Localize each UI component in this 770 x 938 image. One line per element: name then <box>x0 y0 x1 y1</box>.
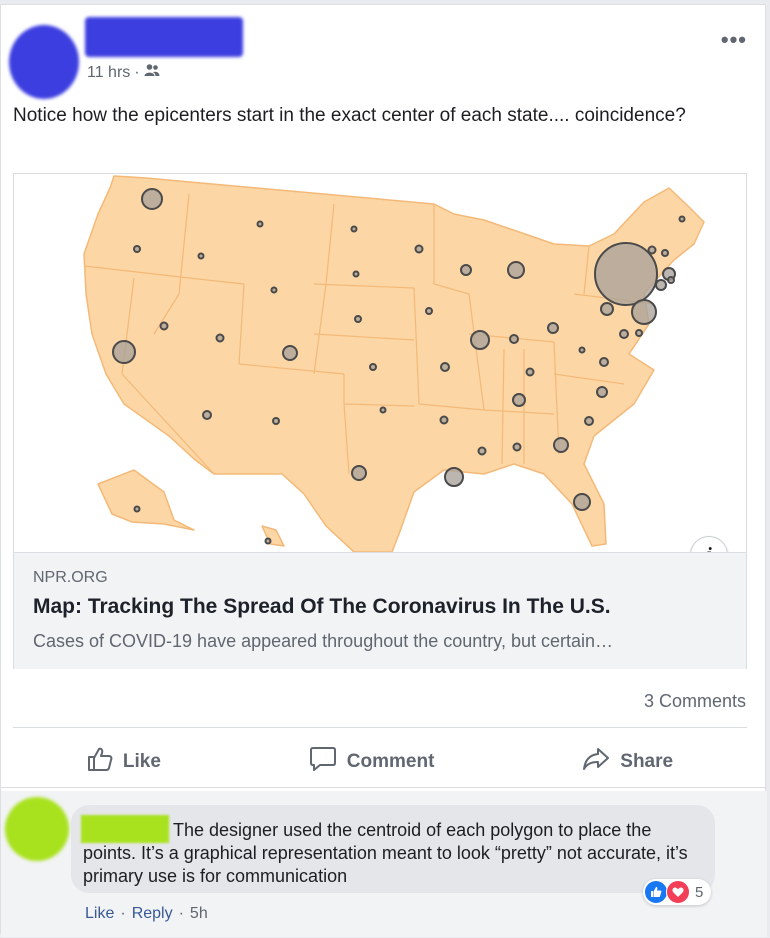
link-preview[interactable]: i NPR.ORG Map: Tracking The Spread Of Th… <box>13 173 747 669</box>
comment-reactions[interactable]: 5 <box>643 879 712 905</box>
like-button[interactable]: Like <box>87 746 161 778</box>
post-card: 11 hrs · ••• Notice how the epicenters s… <box>0 4 767 937</box>
comment-bubble-icon <box>309 746 337 778</box>
comment-reply-link[interactable]: Reply <box>132 905 173 923</box>
like-label: Like <box>122 751 161 772</box>
comment-text: The designer used the centroid of each p… <box>83 820 688 886</box>
friends-icon[interactable] <box>144 63 160 82</box>
post-meta: 11 hrs · <box>87 63 160 82</box>
link-meta[interactable]: NPR.ORG Map: Tracking The Spread Of The … <box>14 552 746 669</box>
post-actions: Like Comment Share <box>13 741 747 783</box>
share-arrow-icon <box>582 746 610 778</box>
comment-label: Comment <box>346 751 435 772</box>
comment-bubble: The designer used the centroid of each p… <box>71 805 715 893</box>
comment-like-link[interactable]: Like <box>85 905 114 923</box>
divider <box>1 787 767 788</box>
link-domain: NPR.ORG <box>33 569 108 586</box>
comment-count[interactable]: 3 Comments <box>644 691 746 712</box>
comment-section: The designer used the centroid of each p… <box>1 791 767 937</box>
link-title[interactable]: Map: Tracking The Spread Of The Coronavi… <box>33 595 611 619</box>
share-label: Share <box>620 751 674 772</box>
us-map-image <box>14 174 746 552</box>
redacted-commenter-avatar[interactable] <box>5 797 69 861</box>
like-reaction-icon <box>645 881 667 903</box>
comment-button[interactable]: Comment <box>309 746 435 778</box>
reaction-count: 5 <box>695 883 704 901</box>
post-text: Notice how the epicenters start in the e… <box>13 105 686 126</box>
divider <box>13 727 747 728</box>
redacted-avatar[interactable] <box>9 25 79 99</box>
link-description: Cases of COVID-19 have appeared througho… <box>33 631 613 651</box>
comment-actions: Like · Reply · 5h <box>85 905 208 923</box>
love-reaction-icon <box>666 880 690 904</box>
comment-time[interactable]: 5h <box>190 905 208 923</box>
share-button[interactable]: Share <box>582 746 673 778</box>
redacted-author-name[interactable] <box>85 17 243 57</box>
post-time[interactable]: 11 hrs <box>87 64 130 82</box>
more-horizontal-icon[interactable]: ••• <box>721 27 747 53</box>
thumbs-up-icon <box>87 746 113 778</box>
